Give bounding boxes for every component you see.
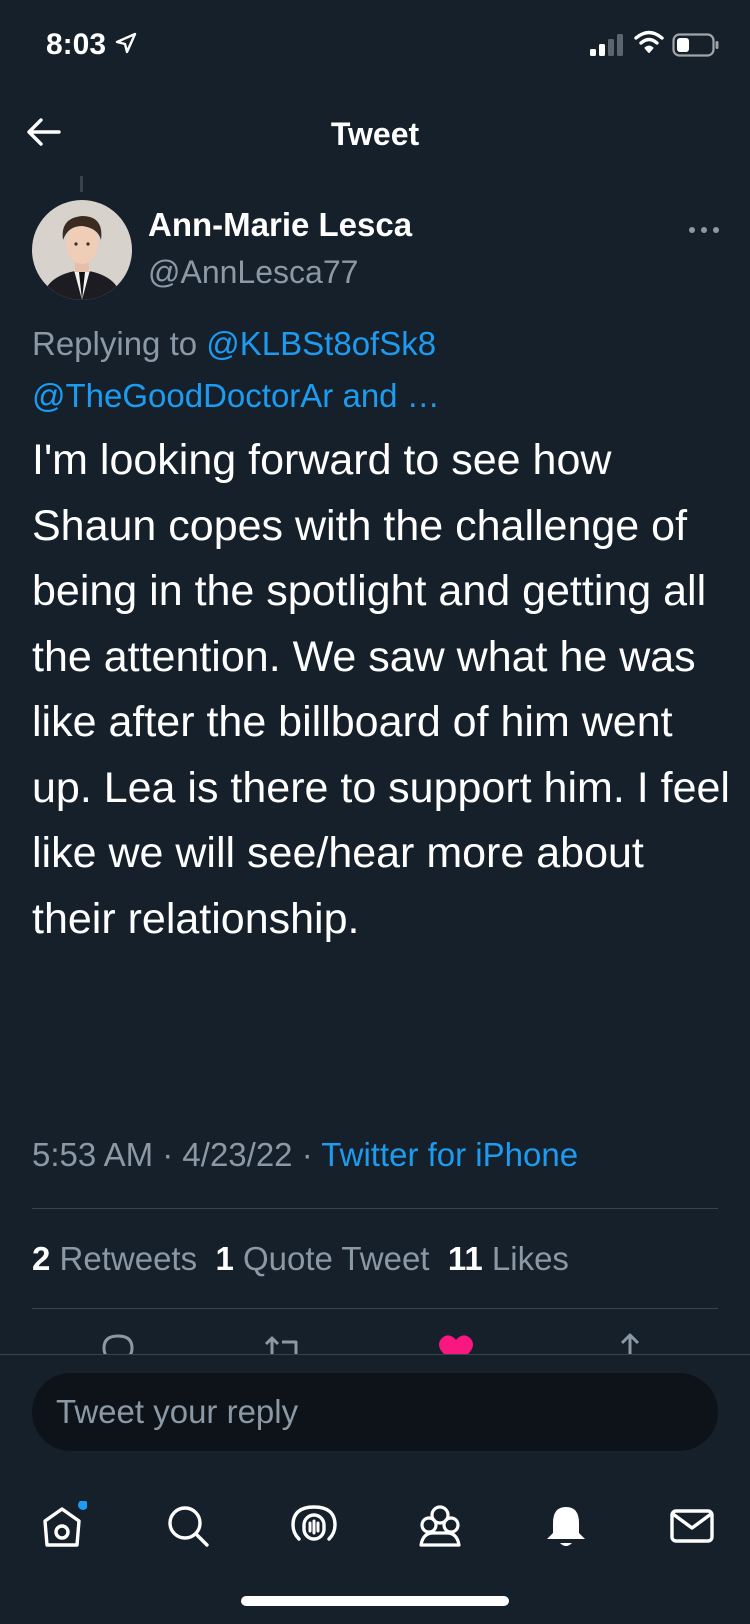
- retweets-count: 2: [32, 1240, 51, 1277]
- replying-to: Replying to @KLBSt8ofSk8 @TheGoodDoctorA…: [32, 318, 722, 422]
- mention-link[interactable]: @TheGoodDoctorAr: [32, 377, 333, 414]
- tweet-actions: [0, 1330, 750, 1354]
- tweet-meta: 5:53 AM · 4/23/22 · Twitter for iPhone: [32, 1136, 578, 1174]
- replying-prefix: Replying to: [32, 325, 198, 362]
- battery-icon: [672, 33, 719, 57]
- author-handle[interactable]: @AnnLesca77: [148, 254, 358, 291]
- more-mentions-link[interactable]: and …: [342, 377, 439, 414]
- tab-spaces[interactable]: [284, 1496, 344, 1556]
- more-options-button[interactable]: [684, 220, 724, 240]
- tweet-text: I'm looking forward to see how Shaun cop…: [32, 436, 730, 943]
- location-arrow-icon: [115, 32, 137, 54]
- divider: [32, 1308, 718, 1309]
- tab-messages[interactable]: [662, 1496, 722, 1556]
- communities-icon: [419, 1505, 461, 1547]
- share-icon[interactable]: [610, 1330, 650, 1354]
- likes-stat[interactable]: 11 Likes: [448, 1240, 569, 1277]
- tweet-source-link[interactable]: Twitter for iPhone: [321, 1136, 578, 1173]
- notifications-icon: [547, 1507, 585, 1546]
- more-icon: [689, 227, 719, 233]
- search-icon: [168, 1506, 209, 1547]
- tab-search[interactable]: [158, 1496, 218, 1556]
- thread-connector: [80, 176, 83, 192]
- wifi-icon: [634, 30, 664, 53]
- quotes-label: Quote Tweet: [242, 1240, 430, 1277]
- tab-notifications[interactable]: [536, 1496, 596, 1556]
- tab-bar: [0, 1464, 750, 1624]
- likes-count: 11: [447, 1240, 483, 1277]
- home-indicator: [241, 1596, 509, 1606]
- home-icon: [43, 1501, 87, 1547]
- tweet-stats: 2 Retweets 1 Quote Tweet 11 Likes: [32, 1240, 569, 1278]
- page-title: Tweet: [330, 116, 420, 152]
- status-bar: 8:03: [0, 0, 750, 92]
- likes-label: Likes: [491, 1240, 569, 1277]
- retweets-stat[interactable]: 2 Retweets: [32, 1240, 197, 1277]
- signal-icon: [590, 34, 623, 56]
- divider: [32, 1208, 718, 1209]
- reply-input[interactable]: [32, 1373, 718, 1451]
- reply-icon[interactable]: [98, 1330, 138, 1354]
- author-name[interactable]: Ann-Marie Lesca: [148, 206, 412, 244]
- status-time: 8:03: [46, 28, 107, 61]
- quotes-count: 1: [215, 1240, 234, 1277]
- messages-icon: [670, 1509, 714, 1543]
- avatar[interactable]: [32, 200, 132, 300]
- tab-communities[interactable]: [410, 1496, 470, 1556]
- separator: ·: [162, 1136, 174, 1173]
- tweet-date: 4/23/22: [182, 1136, 293, 1173]
- mention-link[interactable]: @KLBSt8ofSk8: [206, 325, 436, 362]
- tab-home[interactable]: [32, 1496, 92, 1556]
- quotes-stat[interactable]: 1 Quote Tweet: [215, 1240, 429, 1277]
- spaces-icon: [291, 1505, 337, 1541]
- tweet-time: 5:53 AM: [32, 1136, 154, 1173]
- reply-bar: [0, 1354, 750, 1465]
- retweets-label: Retweets: [59, 1240, 198, 1277]
- like-icon[interactable]: [436, 1330, 476, 1354]
- separator: ·: [301, 1136, 313, 1173]
- retweet-icon[interactable]: [262, 1330, 306, 1354]
- header: Tweet: [0, 92, 750, 172]
